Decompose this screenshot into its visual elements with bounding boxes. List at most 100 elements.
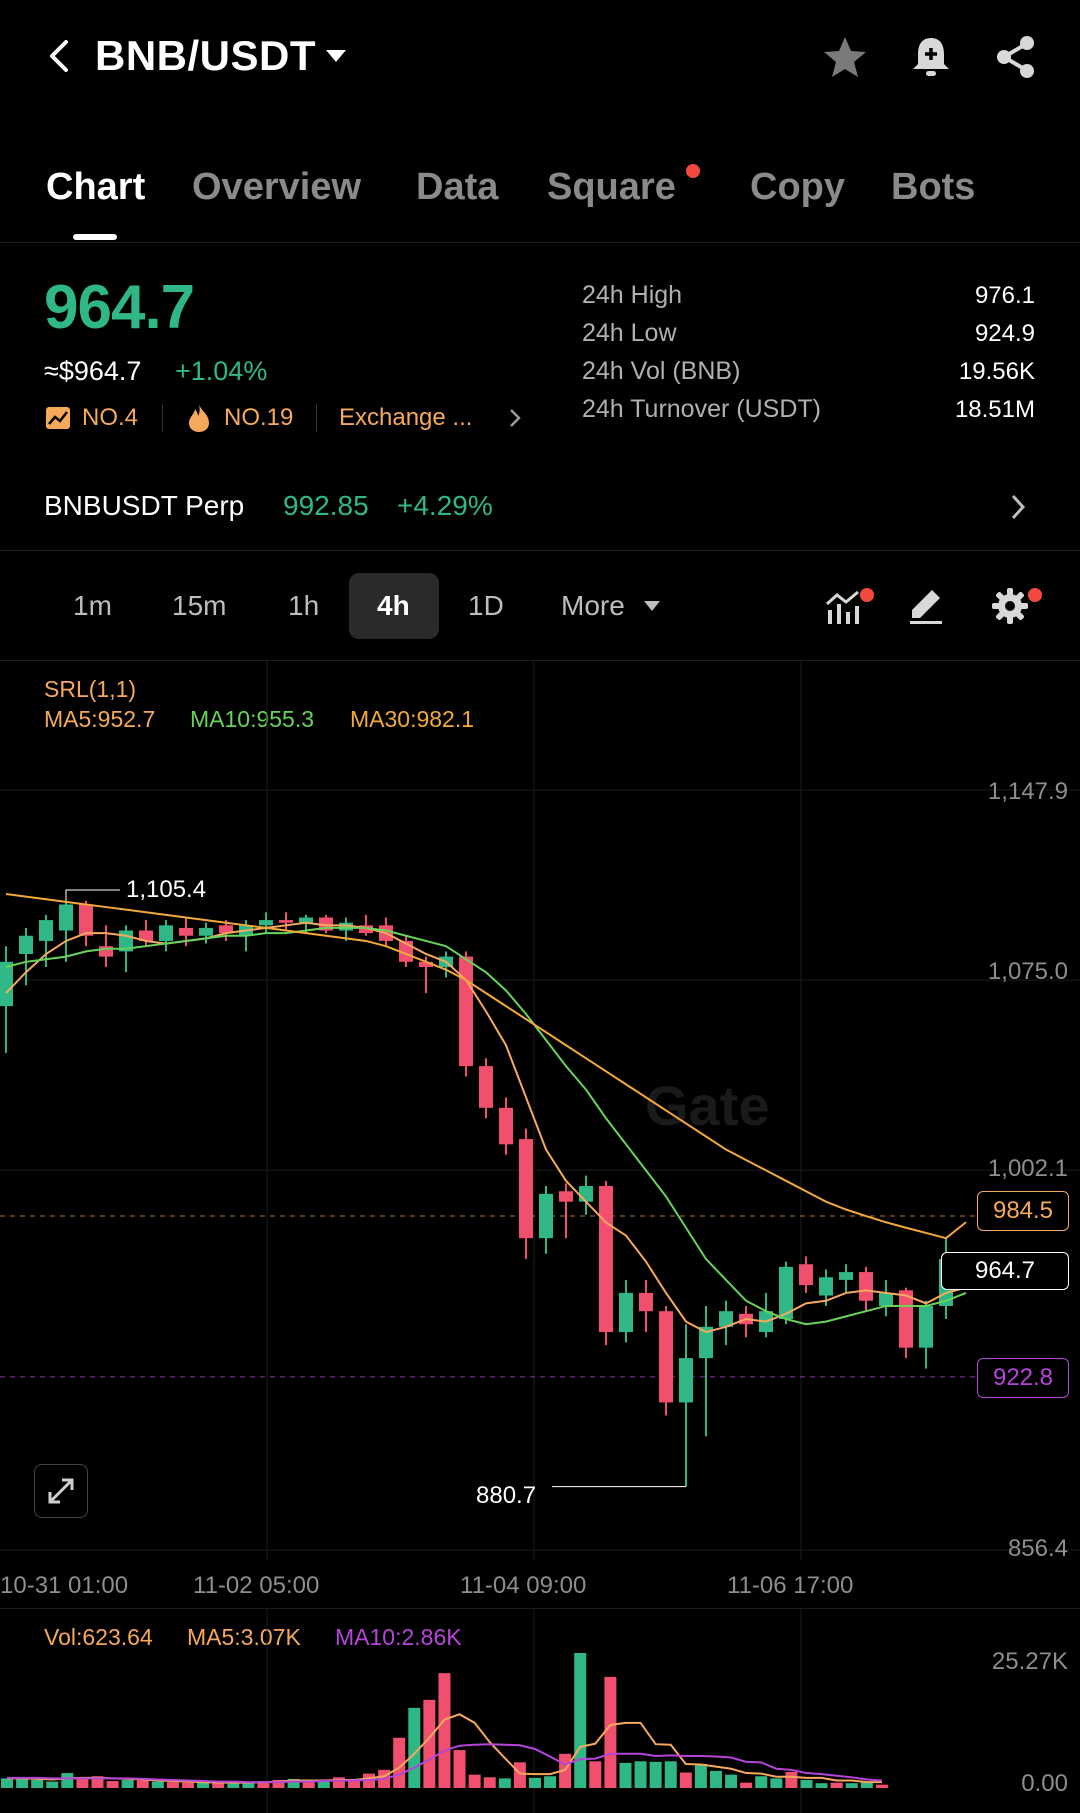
candle-body-5 (99, 946, 113, 957)
rank-badge-2[interactable]: NO.19 (224, 404, 293, 432)
rank-badge-1[interactable]: NO.4 (82, 404, 138, 432)
price-alert-bell-icon[interactable] (906, 32, 956, 82)
candle-body-30 (599, 1186, 613, 1333)
volume-bar-55 (830, 1782, 843, 1788)
interval-more[interactable]: More (561, 590, 625, 622)
candle-body-0 (0, 961, 13, 1007)
flame-icon (189, 404, 209, 432)
x-tick-4: 11-06 17:00 (727, 1572, 854, 1599)
perp-price: 992.85 (283, 490, 369, 521)
volume-bar-22 (332, 1777, 345, 1788)
volume-bar-52 (785, 1771, 798, 1788)
tab-data[interactable]: Data (416, 166, 498, 209)
indicators-icon[interactable] (822, 584, 866, 628)
interval-1h[interactable]: 1h (288, 590, 319, 622)
candle-body-28 (559, 1191, 573, 1202)
candle-body-2 (39, 920, 53, 941)
current-price-tag: 964.7 (941, 1252, 1069, 1290)
tab-overview[interactable]: Overview (192, 166, 361, 209)
exchange-badge[interactable]: Exchange ... (339, 404, 472, 432)
last-price: 964.7 (44, 273, 195, 342)
rank-separator-2 (316, 404, 317, 432)
candle-body-9 (179, 927, 193, 936)
draw-pencil-icon[interactable] (904, 584, 948, 628)
more-caret-icon[interactable] (644, 601, 660, 611)
volume-bar-53 (800, 1779, 813, 1788)
volume-bar-50 (755, 1776, 768, 1788)
volume-bar-56 (845, 1783, 858, 1788)
section-divider (0, 550, 1080, 551)
srl-price-tag: 922.8 (977, 1358, 1069, 1398)
rank-separator-1 (162, 404, 163, 432)
volume-bar-43 (649, 1761, 662, 1788)
pair-title[interactable]: BNB/USDT (95, 32, 316, 80)
exchange-chevron-right-icon[interactable] (506, 407, 524, 429)
tab-bots[interactable]: Bots (891, 166, 975, 209)
fullscreen-expand-button[interactable] (34, 1464, 88, 1518)
interval-1d[interactable]: 1D (468, 590, 504, 622)
usd-price: ≈$964.7 (44, 356, 142, 386)
volume-bar-45 (679, 1772, 692, 1788)
volume-bar-29 (438, 1673, 451, 1788)
candle-body-25 (499, 1107, 513, 1145)
interval-1m[interactable]: 1m (73, 590, 112, 622)
candle-body-46 (919, 1305, 933, 1348)
tab-chart[interactable]: Chart (46, 166, 145, 209)
candle-body-27 (539, 1193, 553, 1239)
volume-bar-10 (151, 1781, 164, 1788)
candle-body-43 (859, 1272, 873, 1301)
share-icon[interactable] (990, 32, 1040, 82)
volume-bar-0 (1, 1778, 13, 1788)
ma10-line (5, 926, 967, 1326)
stat-24h-vol-value: 19.56K (958, 358, 1035, 385)
volume-bar-54 (815, 1783, 828, 1788)
candle-body-41 (819, 1277, 833, 1296)
volume-bar-9 (136, 1780, 149, 1788)
candle-body-24 (479, 1066, 493, 1108)
volume-bar-14 (212, 1783, 225, 1788)
favorite-star-icon[interactable] (820, 32, 870, 82)
volume-bar-13 (197, 1782, 210, 1788)
volume-bar-3 (46, 1781, 59, 1788)
candle-body-8 (159, 925, 173, 941)
x-tick-1: 10-31 01:00 (0, 1572, 129, 1599)
volume-chart (1, 1608, 888, 1813)
interval-15m[interactable]: 15m (172, 590, 226, 622)
candle-body-44 (879, 1292, 893, 1306)
ma30-price-tag: 984.5 (977, 1191, 1069, 1231)
stat-24h-high-label: 24h High (582, 281, 683, 309)
volume-bar-8 (121, 1779, 134, 1788)
settings-gear-icon[interactable] (988, 584, 1032, 628)
perp-name[interactable]: BNBUSDT Perp (44, 490, 244, 522)
volume-bar-28 (423, 1699, 436, 1788)
volume-bar-7 (106, 1781, 119, 1788)
price-chart[interactable]: Gate (0, 660, 1080, 1600)
stat-24h-turnover-label: 24h Turnover (USDT) (582, 395, 821, 423)
tab-copy[interactable]: Copy (750, 166, 845, 209)
volume-bar-44 (664, 1761, 677, 1788)
expand-arrows-icon (48, 1478, 74, 1504)
tab-square[interactable]: Square (547, 166, 676, 209)
y-tick-1: 1,147.9 (987, 778, 1068, 805)
candle-body-3 (59, 904, 73, 931)
volume-bar-30 (453, 1750, 466, 1788)
back-arrow-icon[interactable] (40, 36, 80, 76)
stat-24h-vol-label: 24h Vol (BNB) (582, 357, 741, 385)
high-marker-leader (65, 889, 120, 900)
header: BNB/USDT (0, 0, 1080, 120)
volume-bar-46 (694, 1763, 707, 1788)
candle-body-42 (839, 1272, 853, 1280)
perp-chevron-right-icon[interactable] (1006, 492, 1030, 522)
interval-4h[interactable]: 4h (377, 590, 410, 622)
volume-bar-5 (76, 1778, 89, 1788)
candle-body-29 (579, 1186, 593, 1202)
active-tab-indicator (73, 234, 117, 240)
volume-bar-33 (498, 1778, 511, 1788)
volume-bar-32 (483, 1777, 496, 1788)
pair-dropdown-caret-icon[interactable] (326, 50, 346, 62)
volume-bar-20 (302, 1782, 315, 1788)
low-price-label: 880.7 (476, 1482, 537, 1509)
volume-bar-39 (589, 1761, 602, 1788)
stat-24h-turnover-value: 18.51M (954, 396, 1035, 423)
candle-body-4 (79, 904, 93, 936)
